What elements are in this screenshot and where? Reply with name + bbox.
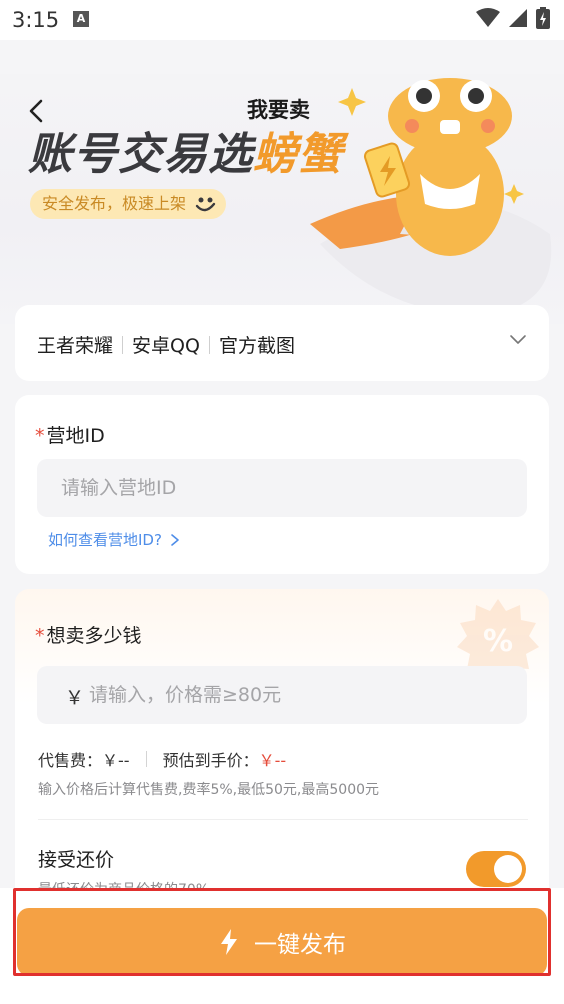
net-price-value: ￥-- <box>258 751 287 770</box>
required-mark: * <box>35 425 45 447</box>
currency-symbol: ￥ <box>65 687 85 709</box>
fee-value: ￥-- <box>102 751 130 770</box>
signal-icon <box>509 9 527 27</box>
notification-icon: A <box>73 11 89 27</box>
camp-id-card: *营地ID 如何查看营地ID? <box>15 395 549 574</box>
price-input[interactable] <box>89 666 509 724</box>
camp-id-input[interactable] <box>37 459 527 517</box>
fee-divider <box>145 751 147 767</box>
status-time: 3:15 <box>12 8 60 32</box>
counter-offer-label: 接受还价 <box>38 849 115 871</box>
price-label-text: 想卖多少钱 <box>46 625 142 647</box>
chevron-down-icon[interactable] <box>509 332 527 346</box>
camp-id-label: * 营地ID <box>35 421 105 448</box>
camp-id-label-text: 营地ID <box>46 425 105 447</box>
game-selector[interactable]: 王者荣耀 安卓QQ 官方截图 <box>15 305 549 381</box>
counter-offer-toggle[interactable] <box>466 851 526 887</box>
net-price-label: 预估到手价： <box>162 751 259 770</box>
price-label: * 想卖多少钱 <box>35 621 142 648</box>
status-icons <box>476 7 550 29</box>
bottom-bar: 一键发布 <box>0 888 564 1004</box>
tagline-badge: 安全发布，极速上架 <box>30 189 227 219</box>
tagline-text: 安全发布，极速上架 <box>42 194 187 213</box>
game-tag: 安卓QQ <box>132 335 200 357</box>
hero-title: 账号交易选螃蟹 <box>28 118 343 182</box>
hero-title-text: 账号交易选 <box>28 129 253 180</box>
camp-id-field[interactable] <box>37 459 527 517</box>
wifi-icon <box>476 8 500 27</box>
status-bar: 3:15 A <box>0 0 564 40</box>
game-tag: 官方截图 <box>218 335 295 357</box>
price-card: % *想卖多少钱 ￥ 代售费： ￥-- 预估到手价： ￥-- 输入价格后计算代售… <box>15 589 549 919</box>
toggle-knob <box>494 855 522 883</box>
fee-label: 代售费： <box>38 751 103 770</box>
crab-mascot-illustration <box>310 78 552 315</box>
camp-id-help-link[interactable]: 如何查看营地ID? <box>48 529 180 550</box>
price-field[interactable]: ￥ <box>37 666 527 724</box>
smile-icon <box>195 197 216 212</box>
game-tag: 王者荣耀 <box>37 335 114 357</box>
fee-note: 输入价格后计算代售费,费率5%,最低50元,最高5000元 <box>38 782 380 798</box>
svg-text:%: % <box>483 624 513 659</box>
divider <box>38 819 528 820</box>
battery-icon <box>536 7 550 29</box>
game-tags: 王者荣耀 安卓QQ 官方截图 <box>37 331 304 358</box>
header-banner: 我要卖 账号交易选螃蟹 安全发布，极速上架 <box>0 74 564 324</box>
highlight-box <box>13 888 551 976</box>
help-link-text: 如何查看营地ID? <box>48 531 162 549</box>
fee-row: 代售费： ￥-- 预估到手价： ￥-- <box>38 747 286 771</box>
required-mark: * <box>35 625 45 647</box>
chevron-right-icon <box>171 533 179 546</box>
